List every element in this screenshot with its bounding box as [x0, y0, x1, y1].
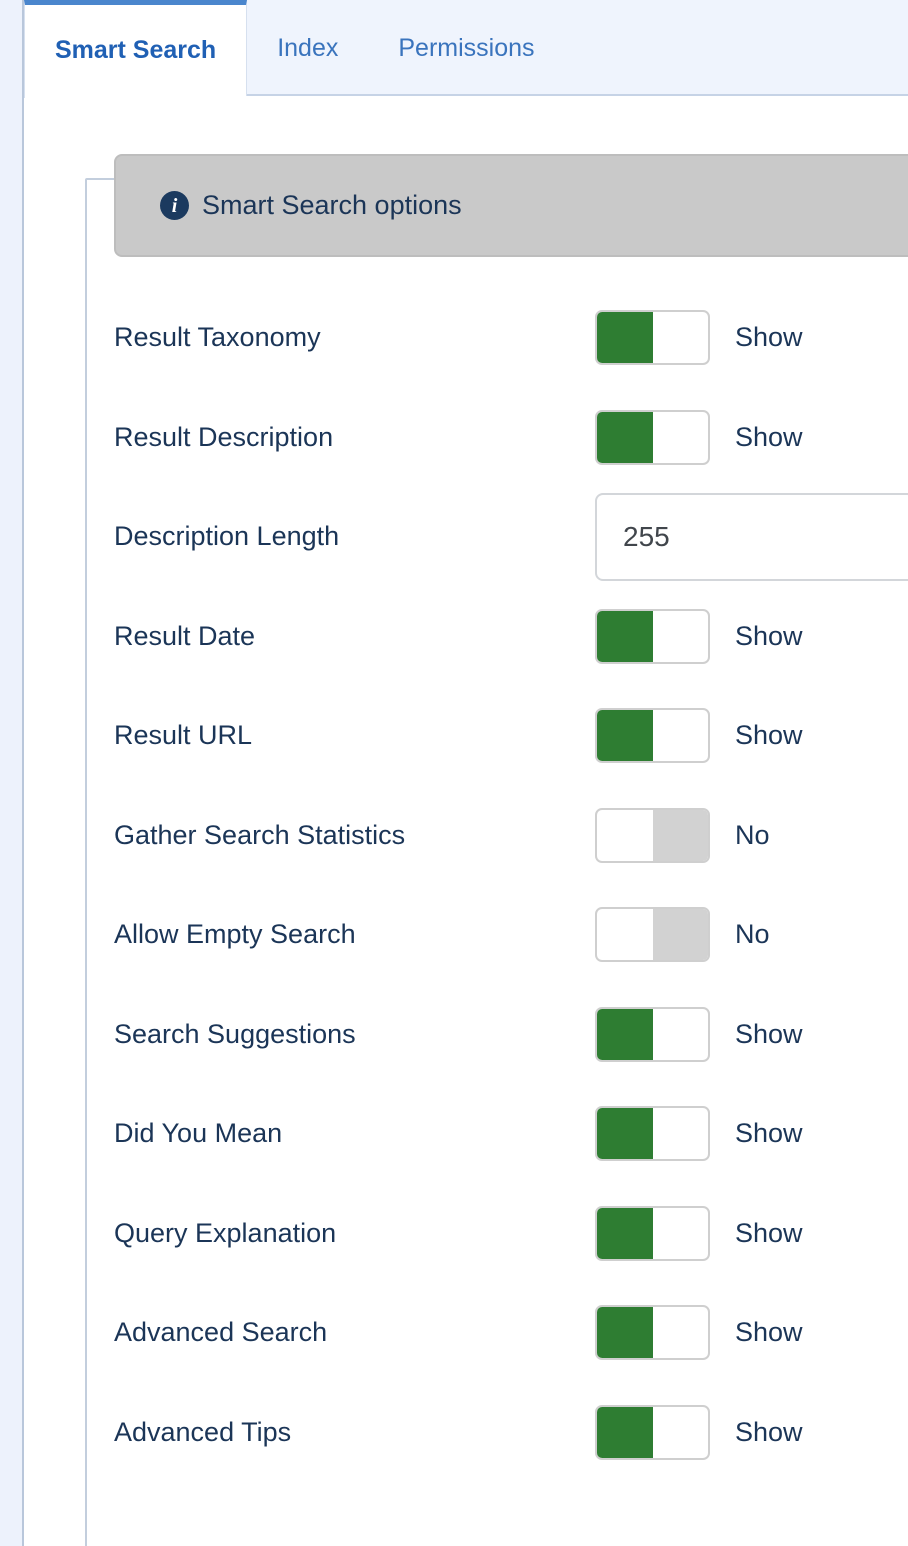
setting-control: Show — [595, 609, 908, 664]
tab-strip: Smart SearchIndexPermissions — [24, 0, 908, 96]
setting-control: Show — [595, 1106, 908, 1161]
toggle-knob — [597, 1208, 653, 1259]
toggle-knob — [653, 909, 709, 960]
setting-row: Result Date Show — [114, 587, 908, 687]
setting-control: No — [595, 808, 908, 863]
setting-label: Advanced Search — [114, 1317, 595, 1348]
toggle-state-label: Show — [735, 1019, 803, 1050]
setting-label: Allow Empty Search — [114, 919, 595, 950]
toggle-state-label: No — [735, 919, 770, 950]
toggle-knob — [597, 412, 653, 463]
setting-control: Show — [595, 410, 908, 465]
toggle-knob — [597, 1108, 653, 1159]
setting-label: Did You Mean — [114, 1118, 595, 1149]
toggle-switch[interactable] — [595, 310, 710, 365]
setting-row: Description Length — [114, 487, 908, 587]
setting-label: Result Description — [114, 422, 595, 453]
setting-row: Advanced Search Show — [114, 1283, 908, 1383]
toggle-switch[interactable] — [595, 1007, 710, 1062]
setting-row: Allow Empty Search No — [114, 885, 908, 985]
tab-index[interactable]: Index — [247, 0, 368, 96]
toggle-switch[interactable] — [595, 609, 710, 664]
toggle-knob — [653, 810, 709, 861]
setting-label: Advanced Tips — [114, 1417, 595, 1448]
setting-row: Query Explanation Show — [114, 1184, 908, 1284]
tab-list: Smart SearchIndexPermissions — [24, 0, 565, 96]
setting-label: Description Length — [114, 521, 595, 552]
toggle-state-label: No — [735, 820, 770, 851]
info-alert-bar: i Smart Search options — [114, 154, 908, 257]
toggle-switch[interactable] — [595, 1305, 710, 1360]
setting-control — [595, 493, 908, 581]
setting-control: Show — [595, 708, 908, 763]
settings-rows: Result Taxonomy Show Result Description Sho… — [114, 288, 908, 1482]
toggle-state-label: Show — [735, 422, 803, 453]
setting-label: Result Date — [114, 621, 595, 652]
info-alert-text: Smart Search options — [202, 190, 462, 221]
setting-label: Query Explanation — [114, 1218, 595, 1249]
toggle-switch[interactable] — [595, 808, 710, 863]
setting-row: Result Description Show — [114, 388, 908, 488]
setting-label: Result URL — [114, 720, 595, 751]
info-circle-icon: i — [160, 191, 189, 220]
toggle-state-label: Show — [735, 621, 803, 652]
toggle-switch[interactable] — [595, 907, 710, 962]
toggle-knob — [597, 312, 653, 363]
setting-control: Show — [595, 1405, 908, 1460]
setting-row: Result Taxonomy Show — [114, 288, 908, 388]
setting-control: Show — [595, 1305, 908, 1360]
toggle-state-label: Show — [735, 1218, 803, 1249]
toggle-switch[interactable] — [595, 1405, 710, 1460]
setting-control: Show — [595, 1007, 908, 1062]
toggle-state-label: Show — [735, 1118, 803, 1149]
setting-control: No — [595, 907, 908, 962]
setting-control: Show — [595, 310, 908, 365]
toggle-switch[interactable] — [595, 410, 710, 465]
setting-label: Result Taxonomy — [114, 322, 595, 353]
toggle-switch[interactable] — [595, 1106, 710, 1161]
toggle-state-label: Show — [735, 322, 803, 353]
content-panel: Smart Search i Smart Search options Resu… — [26, 96, 908, 1546]
toggle-state-label: Show — [735, 1317, 803, 1348]
setting-row: Did You Mean Show — [114, 1084, 908, 1184]
setting-label: Gather Search Statistics — [114, 820, 595, 851]
toggle-knob — [597, 1407, 653, 1458]
toggle-state-label: Show — [735, 1417, 803, 1448]
tab-smart-search[interactable]: Smart Search — [24, 0, 247, 98]
setting-row: Advanced Tips Show — [114, 1383, 908, 1483]
toggle-switch[interactable] — [595, 708, 710, 763]
toggle-knob — [597, 1307, 653, 1358]
setting-control: Show — [595, 1206, 908, 1261]
toggle-state-label: Show — [735, 720, 803, 751]
description-length-input[interactable] — [595, 493, 908, 581]
setting-row: Gather Search Statistics No — [114, 786, 908, 886]
toggle-knob — [597, 611, 653, 662]
tab-permissions[interactable]: Permissions — [368, 0, 564, 96]
setting-row: Search Suggestions Show — [114, 985, 908, 1085]
toggle-knob — [597, 1009, 653, 1060]
left-gutter — [0, 0, 24, 1546]
toggle-knob — [597, 710, 653, 761]
toggle-switch[interactable] — [595, 1206, 710, 1261]
setting-row: Result URL Show — [114, 686, 908, 786]
setting-label: Search Suggestions — [114, 1019, 595, 1050]
